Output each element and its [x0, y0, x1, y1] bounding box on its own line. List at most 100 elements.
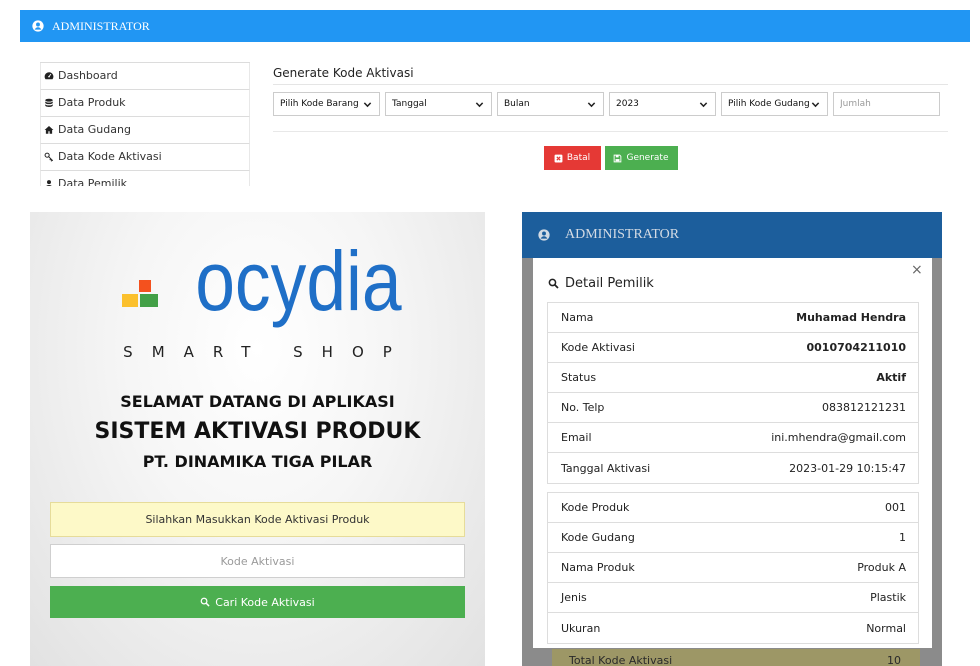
row-value: 2023-01-29 10:15:47: [789, 461, 906, 475]
form-divider: [273, 131, 948, 132]
sidebar-item-data-pemilik[interactable]: Data Pemilik: [40, 171, 250, 186]
row-label: Status: [561, 371, 597, 384]
total-label: Total Kode Aktivasi: [569, 653, 673, 666]
row-value: 0010704211010: [806, 341, 907, 354]
generate-label: Generate: [626, 153, 669, 163]
select-value: Pilih Kode Barang: [280, 99, 359, 109]
user-circle-icon[interactable]: [32, 20, 44, 32]
search-icon: [200, 597, 210, 607]
admin-generate-screen: ADMINISTRATOR Dashboard Data Produk Data…: [20, 10, 970, 186]
batal-label: Batal: [566, 153, 591, 163]
modal-title-text: Detail Pemilik: [565, 275, 654, 291]
company-name: PT. DINAMIKA TIGA PILAR: [142, 452, 373, 471]
sidebar-item-data-gudang[interactable]: Data Gudang: [40, 117, 250, 144]
table-row: Ukuran Normal: [548, 613, 918, 643]
detail-pemilik-modal: Detail Pemilik × Nama Muhamad Hendra Kod…: [533, 258, 932, 648]
dashboard-icon: [44, 71, 54, 81]
generate-button[interactable]: Generate: [604, 146, 678, 170]
close-icon[interactable]: ×: [911, 262, 923, 278]
row-label: Kode Produk: [561, 501, 630, 514]
logo: ocydia: [177, 239, 401, 323]
table-row: No. Telp 083812121231: [548, 393, 918, 423]
table-row: Nama Produk Produk A: [548, 553, 918, 583]
notice-box: Silahkan Masukkan Kode Aktivasi Produk: [50, 502, 465, 537]
header-title: ADMINISTRATOR: [565, 227, 680, 242]
sidebar-item-dashboard[interactable]: Dashboard: [40, 63, 250, 90]
kode-aktivasi-input[interactable]: [50, 544, 465, 578]
logo-square-yellow: [122, 294, 138, 307]
sidebar-item-label: Dashboard: [58, 69, 118, 82]
owner-info-table: Nama Muhamad Hendra Kode Aktivasi 001070…: [547, 302, 919, 484]
row-value: Plastik: [870, 591, 906, 604]
sidebar-item-data-kode-aktivasi[interactable]: Data Kode Aktivasi: [40, 144, 250, 171]
header-title: ADMINISTRATOR: [52, 19, 150, 33]
row-value: Produk A: [857, 561, 906, 574]
row-label: Ukuran: [561, 621, 601, 635]
row-label: Kode Gudang: [561, 531, 635, 544]
table-row: Tanggal Aktivasi 2023-01-29 10:15:47: [548, 453, 918, 483]
product-info-table: Kode Produk 001 Kode Gudang 1 Nama Produ…: [547, 492, 919, 644]
home-icon: [44, 125, 54, 135]
select-value: 2023: [616, 99, 639, 109]
welcome-heading: SELAMAT DATANG DI APLIKASI: [120, 392, 395, 411]
owner-detail-screen: ADMINISTRATOR Total Kode Aktivasi 10 Det…: [522, 212, 942, 666]
form-fields-row: Pilih Kode Barang Tanggal Bulan 2023 Pil…: [273, 92, 948, 116]
key-icon: [44, 152, 54, 162]
bulan-select[interactable]: Bulan: [497, 92, 604, 116]
row-value: 083812121231: [822, 401, 906, 414]
chevron-down-icon: [363, 100, 372, 109]
form-actions: Batal Generate: [273, 146, 948, 170]
search-icon: [548, 278, 559, 289]
sidebar-item-label: Data Pemilik: [58, 177, 128, 186]
database-icon: [44, 98, 54, 108]
chevron-down-icon: [811, 100, 820, 109]
kode-gudang-select[interactable]: Pilih Kode Gudang: [721, 92, 828, 116]
row-label: Nama: [561, 311, 594, 324]
row-label: Tanggal Aktivasi: [561, 461, 651, 475]
logo-tagline: SMART SHOP: [123, 343, 411, 361]
row-value: 001: [885, 501, 906, 514]
modal-title: Detail Pemilik: [548, 272, 654, 294]
user-icon: [44, 179, 54, 186]
row-label: No. Telp: [561, 401, 605, 414]
app-name-heading: SISTEM AKTIVASI PRODUK: [94, 419, 421, 444]
logo-square-orange: [139, 280, 151, 292]
table-row: Jenis Plastik: [548, 583, 918, 613]
tanggal-select[interactable]: Tanggal: [385, 92, 492, 116]
row-value: Aktif: [876, 371, 906, 384]
chevron-down-icon: [475, 100, 484, 109]
user-circle-icon: [538, 229, 550, 241]
sidebar-item-data-produk[interactable]: Data Produk: [40, 90, 250, 117]
row-label: Jenis: [561, 591, 587, 604]
table-row: Nama Muhamad Hendra: [548, 303, 918, 333]
sidebar-item-label: Data Produk: [58, 96, 126, 109]
select-value: Tanggal: [392, 99, 427, 109]
row-value: ini.mhendra@gmail.com: [771, 431, 906, 444]
row-label: Nama Produk: [561, 561, 635, 574]
detail-header-bar: ADMINISTRATOR: [522, 212, 942, 258]
sidebar-item-label: Data Kode Aktivasi: [58, 150, 162, 163]
chevron-down-icon: [699, 100, 708, 109]
row-label: Kode Aktivasi: [561, 341, 635, 354]
activation-search-screen: ocydia SMART SHOP SELAMAT DATANG DI APLI…: [30, 212, 485, 666]
search-button-label: Cari Kode Aktivasi: [215, 595, 315, 609]
sidebar-menu: Dashboard Data Produk Data Gudang Data K…: [40, 62, 250, 186]
batal-button[interactable]: Batal: [543, 146, 601, 170]
table-row: Email ini.mhendra@gmail.com: [548, 423, 918, 453]
select-value: Pilih Kode Gudang: [728, 99, 810, 109]
table-row: Kode Produk 001: [548, 493, 918, 523]
sidebar-item-label: Data Gudang: [58, 123, 131, 136]
row-value: 1: [899, 531, 906, 544]
tahun-select[interactable]: 2023: [609, 92, 716, 116]
jumlah-input[interactable]: [833, 92, 940, 116]
cari-kode-aktivasi-button[interactable]: Cari Kode Aktivasi: [50, 586, 465, 618]
table-row: Kode Aktivasi 0010704211010: [548, 333, 918, 363]
top-header-bar: ADMINISTRATOR: [20, 10, 970, 42]
table-row: Kode Gudang 1: [548, 523, 918, 553]
background-table-row: Total Kode Aktivasi 10: [552, 649, 920, 666]
select-value: Bulan: [504, 99, 530, 109]
row-label: Email: [561, 431, 592, 444]
close-square-icon: [554, 154, 563, 163]
kode-barang-select[interactable]: Pilih Kode Barang: [273, 92, 380, 116]
logo-text: ocydia: [195, 234, 402, 328]
